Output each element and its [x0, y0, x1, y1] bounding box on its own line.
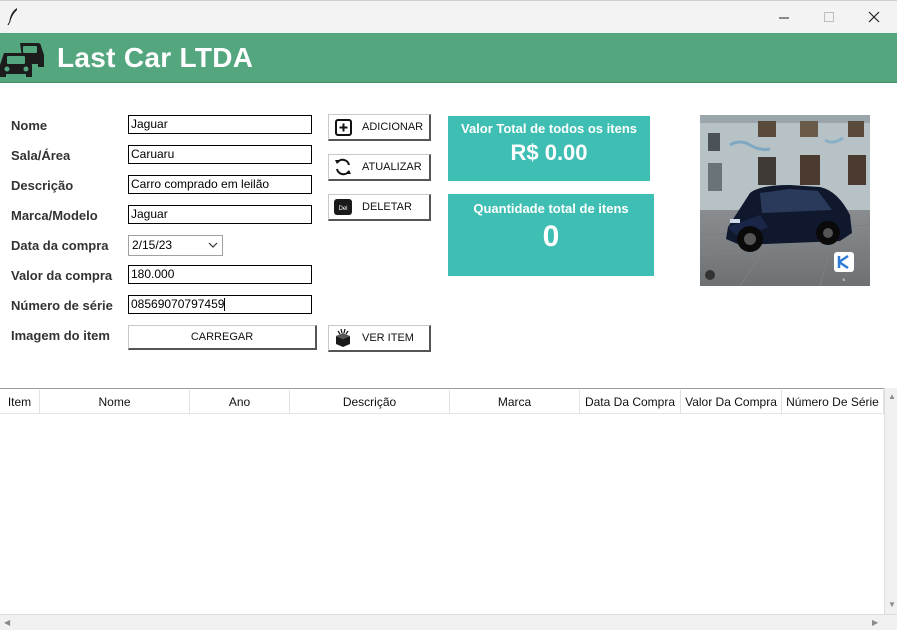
svg-text:Del: Del — [338, 206, 347, 212]
total-quantity-card: Quantidade total de itens 0 — [448, 194, 654, 276]
cars-logo-icon — [0, 43, 44, 77]
atualizar-label: ATUALIZAR — [362, 161, 422, 173]
scroll-right-icon[interactable]: ▶ — [872, 618, 878, 627]
delete-key-icon: Del — [333, 197, 353, 217]
close-icon — [868, 11, 880, 23]
app-header: Last Car LTDA — [0, 33, 897, 83]
serie-input[interactable]: 08569070797459 — [128, 295, 312, 314]
carregar-button[interactable]: CARREGAR — [128, 325, 317, 350]
total-value-card: Valor Total de todos os itens R$ 0.00 — [448, 116, 650, 181]
total-quantity: 0 — [542, 220, 560, 253]
maximize-button[interactable] — [806, 1, 852, 33]
text-caret — [224, 298, 226, 312]
total-value-title: Valor Total de todos os itens — [460, 121, 637, 136]
serie-label: Número de série — [11, 298, 113, 313]
adicionar-button[interactable]: ADICIONAR — [328, 114, 431, 141]
minimize-icon — [778, 17, 789, 18]
column-header[interactable]: Valor Da Compra — [681, 390, 782, 413]
scroll-down-icon[interactable]: ▼ — [888, 600, 896, 609]
data-picker[interactable]: 2/15/23 — [128, 235, 223, 256]
data-value: 2/15/23 — [132, 238, 173, 252]
nome-input[interactable]: Jaguar — [128, 115, 312, 134]
svg-text:K: K — [843, 277, 846, 282]
plus-square-icon — [333, 117, 353, 137]
column-header[interactable]: Número De Série — [782, 390, 884, 413]
app-window: Last Car LTDA Nome Sala/Área Descrição M… — [0, 0, 897, 630]
total-quantity-title: Quantidade total de itens — [473, 201, 629, 216]
minimize-button[interactable] — [761, 1, 807, 33]
scroll-left-icon[interactable]: ◀ — [4, 618, 10, 627]
open-box-icon — [333, 328, 353, 348]
atualizar-button[interactable]: ATUALIZAR — [328, 154, 431, 181]
valor-label: Valor da compra — [11, 268, 113, 283]
total-value: R$ 0.00 — [510, 140, 588, 165]
sala-label: Sala/Área — [11, 148, 71, 163]
items-table[interactable]: Item Nome Ano Descrição Marca Data Da Compra V… — [0, 388, 884, 614]
horizontal-scrollbar[interactable]: ◀ ▶ — [0, 614, 897, 630]
deletar-label: DELETAR — [362, 201, 412, 213]
ver-item-button[interactable]: VER ITEM — [328, 325, 431, 352]
scroll-up-icon[interactable]: ▲ — [888, 392, 896, 401]
valor-input[interactable]: 180.000 — [128, 265, 312, 284]
imagem-label: Imagem do item — [11, 328, 110, 343]
descricao-label: Descrição — [11, 178, 74, 193]
column-header[interactable]: Ano — [190, 390, 290, 413]
descricao-input[interactable]: Carro comprado em leilão — [128, 175, 312, 194]
data-label: Data da compra — [11, 238, 109, 253]
column-header[interactable]: Item — [0, 390, 40, 413]
column-header[interactable]: Marca — [450, 390, 580, 413]
chevron-down-icon — [208, 242, 218, 248]
column-header[interactable]: Nome — [40, 390, 190, 413]
adicionar-label: ADICIONAR — [362, 121, 424, 133]
app-title: Last Car LTDA — [57, 42, 254, 73]
marca-label: Marca/Modelo — [11, 208, 98, 223]
serie-value: 08569070797459 — [131, 297, 225, 311]
vertical-scrollbar[interactable]: ▲ ▼ — [884, 388, 897, 614]
ver-item-label: VER ITEM — [362, 332, 414, 344]
refresh-icon — [333, 157, 353, 177]
sala-input[interactable]: Caruaru — [128, 145, 312, 164]
column-header[interactable]: Descrição — [290, 390, 450, 413]
deletar-button[interactable]: Del DELETAR — [328, 194, 431, 221]
close-button[interactable] — [851, 1, 897, 33]
column-header[interactable]: Data Da Compra — [580, 390, 681, 413]
table-header: Item Nome Ano Descrição Marca Data Da Compra V… — [0, 390, 884, 414]
marca-input[interactable]: Jaguar — [128, 205, 312, 224]
maximize-icon — [823, 11, 834, 22]
item-photo: K — [700, 115, 870, 286]
feather-icon — [7, 8, 17, 25]
nome-label: Nome — [11, 118, 48, 133]
title-bar — [0, 1, 897, 33]
